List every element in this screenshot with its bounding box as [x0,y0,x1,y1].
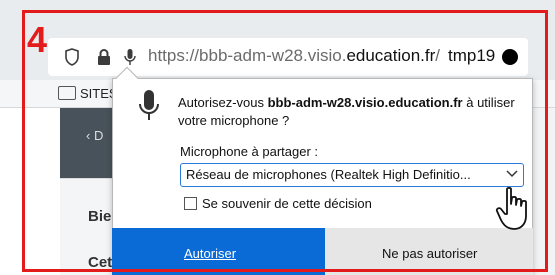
highlight-frame [22,10,548,272]
step-number: 4 [27,19,48,60]
